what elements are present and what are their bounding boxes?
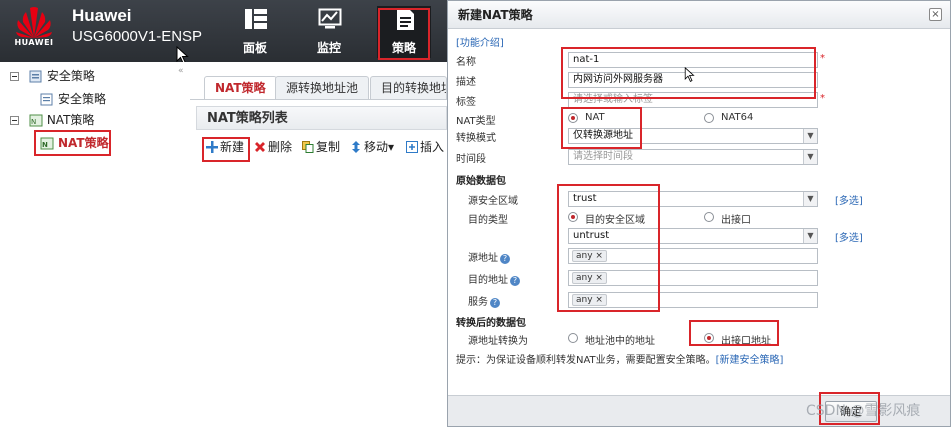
highlight-nav-policy xyxy=(378,8,430,60)
time-select[interactable]: 请选择时间段 ▼ xyxy=(568,149,818,165)
source-address-text: 源地址 xyxy=(468,253,498,264)
chevron-down-icon[interactable]: ▼ xyxy=(803,150,817,164)
highlight-name-desc xyxy=(561,47,816,99)
tab-source-pool[interactable]: 源转换地址池 xyxy=(275,76,370,100)
tip-message: 提示：为保证设备顺利转发NAT业务，需要配置安全策略。 xyxy=(456,355,716,366)
nat-type-nat64-radio[interactable] xyxy=(704,113,714,123)
translated-packet-section: 转换后的数据包 xyxy=(456,318,526,329)
translate-pool-label: 地址池中的地址 xyxy=(585,336,655,347)
tree-item-security-policy-group[interactable]: 安全策略 xyxy=(10,67,95,85)
nav-dashboard[interactable]: 面板 xyxy=(228,6,282,58)
highlight-original-packet xyxy=(557,184,660,312)
collapse-toggle-icon[interactable] xyxy=(10,116,19,125)
insert-button-label: 插入 xyxy=(420,140,445,154)
tab-divider xyxy=(190,99,447,100)
sidebar-collapse-icon[interactable]: « xyxy=(178,66,184,76)
nav-monitor[interactable]: 监控 xyxy=(302,6,356,58)
highlight-nat-mode xyxy=(561,107,642,149)
nat-type-label: NAT类型 xyxy=(456,116,496,127)
highlight-new-button xyxy=(202,137,250,162)
name-label: 名称 xyxy=(456,57,476,68)
nat-type-nat64-label: NAT64 xyxy=(721,112,754,123)
chevron-down-icon[interactable]: ▼ xyxy=(803,192,817,206)
close-icon[interactable]: × xyxy=(929,8,942,21)
watermark-text: CSDN @雪影风痕 xyxy=(806,403,921,419)
delete-button[interactable]: 删除 xyxy=(254,138,292,155)
logo-text: HUAWEI xyxy=(14,38,54,47)
move-button-label: 移动▾ xyxy=(364,140,395,154)
delete-button-label: 删除 xyxy=(268,140,293,154)
service-label: 服务? xyxy=(468,293,500,308)
tree-item-label: 安全策略 xyxy=(46,69,95,83)
description-label: 描述 xyxy=(456,77,476,88)
tree-item-security-policy[interactable]: 安全策略 xyxy=(40,90,106,108)
nat-icon: N xyxy=(29,114,43,127)
multi-select-link[interactable]: [多选] xyxy=(835,192,863,207)
new-nat-policy-dialog: 新建NAT策略 × [功能介绍] 名称 nat-1 * 描述 内网访问外网服务器… xyxy=(447,0,951,427)
policy-doc-icon xyxy=(40,93,53,106)
dashboard-icon xyxy=(245,9,267,29)
multi-select-link[interactable]: [多选] xyxy=(835,229,863,244)
help-icon[interactable]: ? xyxy=(490,298,500,308)
dest-type-label: 目的类型 xyxy=(468,215,508,226)
translate-pool-radio[interactable] xyxy=(568,333,578,343)
highlight-interface-address xyxy=(689,320,779,346)
collapse-toggle-icon[interactable] xyxy=(10,72,19,81)
required-mark: * xyxy=(820,53,825,64)
move-icon xyxy=(352,141,360,153)
original-packet-section: 原始数据包 xyxy=(456,176,506,187)
copy-button[interactable]: 复制 xyxy=(302,138,340,155)
time-label: 时间段 xyxy=(456,154,486,165)
list-title: NAT策略列表 xyxy=(196,106,447,130)
insert-button[interactable]: 插入 xyxy=(406,138,444,155)
tip-text: 提示：为保证设备顺利转发NAT业务，需要配置安全策略。[新建安全策略] xyxy=(456,351,783,366)
dest-type-interface-radio[interactable] xyxy=(704,212,714,222)
dialog-title: 新建NAT策略 xyxy=(448,1,950,29)
device-model: USG6000V1-ENSP xyxy=(72,28,203,45)
chevron-down-icon[interactable]: ▼ xyxy=(803,229,817,243)
source-zone-label: 源安全区域 xyxy=(468,196,518,207)
mode-label: 转换模式 xyxy=(456,133,496,144)
help-icon[interactable]: ? xyxy=(500,254,510,264)
svg-text:N: N xyxy=(31,118,36,126)
help-link[interactable]: [功能介绍] xyxy=(456,34,504,49)
tab-nat-policy[interactable]: NAT策略 xyxy=(204,76,277,100)
service-text: 服务 xyxy=(468,297,488,308)
dest-address-label: 目的地址? xyxy=(468,271,520,286)
chevron-down-icon[interactable]: ▼ xyxy=(803,129,817,143)
source-translate-label: 源地址转换为 xyxy=(468,336,528,347)
brand-name: Huawei xyxy=(72,6,132,25)
nav-monitor-label: 监控 xyxy=(316,41,341,55)
copy-button-label: 复制 xyxy=(316,140,341,154)
dialog-body: [功能介绍] 名称 nat-1 * 描述 内网访问外网服务器 标签 请选择或输入… xyxy=(448,29,950,395)
nav-dashboard-label: 面板 xyxy=(242,41,267,55)
new-security-policy-link[interactable]: [新建安全策略] xyxy=(716,355,784,366)
source-address-label: 源地址? xyxy=(468,249,510,264)
delete-icon xyxy=(255,142,265,152)
tag-label: 标签 xyxy=(456,97,476,108)
required-mark: * xyxy=(820,93,825,104)
tree-item-label: NAT策略 xyxy=(46,113,95,127)
security-policy-icon xyxy=(29,70,42,83)
tree-item-label: 安全策略 xyxy=(58,92,107,106)
huawei-logo-icon xyxy=(16,7,52,38)
copy-icon xyxy=(302,141,314,153)
insert-icon xyxy=(406,141,418,153)
tree-item-nat-policy-group[interactable]: N NAT策略 xyxy=(10,111,94,129)
dest-address-text: 目的地址 xyxy=(468,275,508,286)
tab-dest-address[interactable]: 目的转换地址 xyxy=(370,76,447,100)
time-select-value: 请选择时间段 xyxy=(573,151,633,162)
monitor-icon xyxy=(318,8,342,29)
help-icon[interactable]: ? xyxy=(510,276,520,286)
dest-type-interface-label: 出接口 xyxy=(721,215,751,226)
move-button[interactable]: 移动▾ xyxy=(350,138,394,155)
highlight-tree-nat xyxy=(34,130,111,156)
